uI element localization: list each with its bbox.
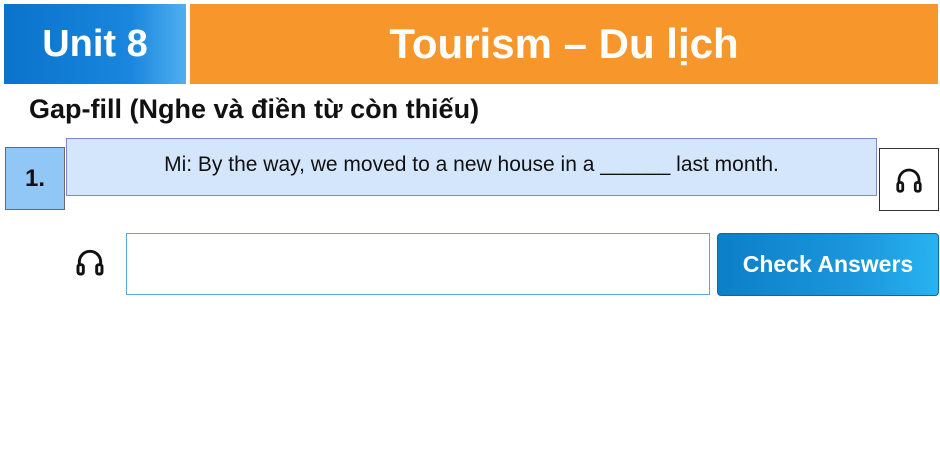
answer-input[interactable]: [126, 233, 710, 295]
headphones-icon: [894, 165, 924, 195]
question-text-box: Mi: By the way, we moved to a new house …: [66, 138, 877, 196]
question-text: Mi: By the way, we moved to a new house …: [164, 153, 779, 176]
headphones-icon: [74, 246, 106, 278]
unit-badge: Unit 8: [4, 4, 186, 84]
page-title-banner: Tourism – Du lịch: [190, 4, 938, 84]
unit-label: Unit 8: [42, 22, 148, 65]
page-title: Tourism – Du lịch: [389, 20, 739, 67]
exercise-subtitle: Gap-fill (Nghe và điền từ còn thiếu): [29, 94, 480, 124]
check-answers-button[interactable]: Check Answers: [717, 233, 939, 296]
answer-audio-button[interactable]: [73, 244, 107, 280]
question-number: 1.: [5, 147, 65, 210]
question-number-label: 1.: [24, 164, 45, 192]
question-audio-button[interactable]: [879, 148, 939, 211]
